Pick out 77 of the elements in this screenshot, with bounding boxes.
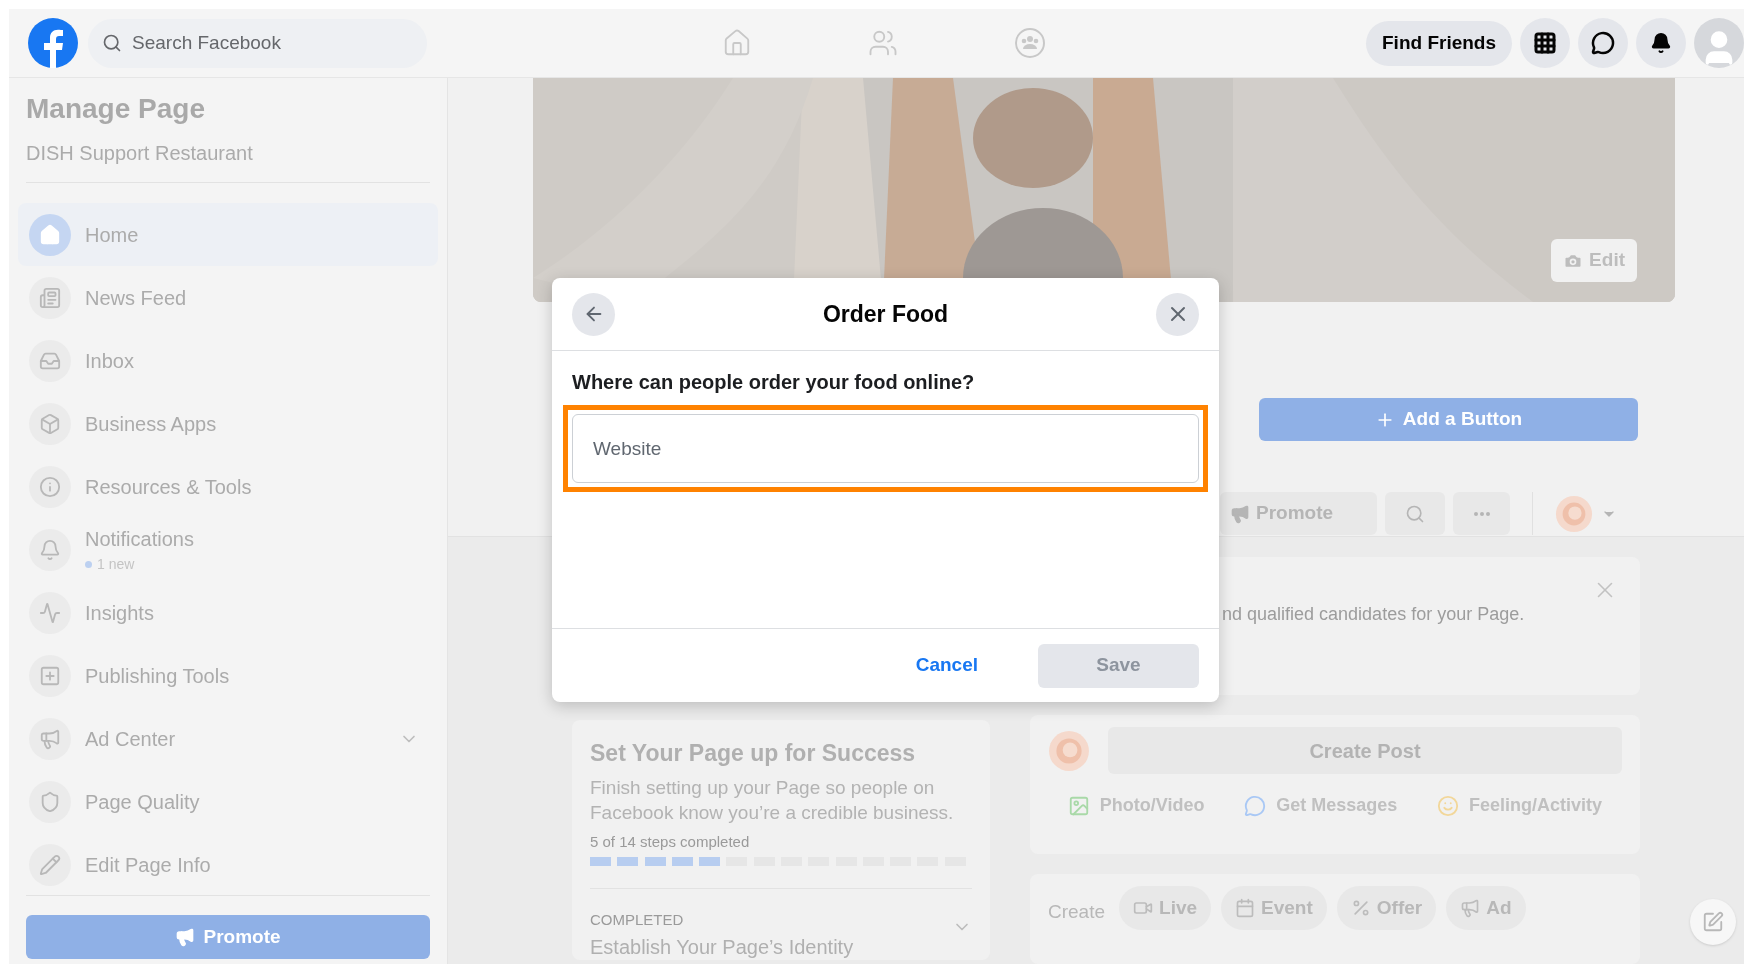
page-avatar-icon <box>1048 729 1090 772</box>
photo-icon <box>1067 794 1090 817</box>
sidebar-item-label: Home <box>85 222 140 248</box>
sidebar-item-label: Ad Center <box>85 726 177 752</box>
notifications-button[interactable] <box>1636 18 1686 68</box>
search-field[interactable]: Search Facebook <box>88 18 427 68</box>
sidebar-item[interactable]: Inbox <box>18 329 438 392</box>
megaphone-icon <box>1230 503 1250 524</box>
more-button[interactable] <box>1453 492 1510 535</box>
smiley-icon <box>1437 794 1460 817</box>
progress-text: 5 of 14 steps completed <box>590 831 751 852</box>
tip-text: nd qualified candidates for your Page. <box>1222 603 1526 626</box>
sidebar-item-label: Notifications <box>85 527 195 552</box>
website-field[interactable]: Website <box>572 414 1199 483</box>
friends-icon[interactable] <box>868 28 898 58</box>
card-description: Finish setting up your Page so people on Facebook know you’re a credible business. <box>590 775 955 825</box>
sidebar-item-label: Publishing Tools <box>85 663 231 689</box>
sidebar-item-label: Resources & Tools <box>85 474 253 500</box>
add-button[interactable]: Add a Button <box>1259 398 1638 441</box>
sidebar-item[interactable]: Resources & Tools <box>18 455 438 518</box>
sidebar-item[interactable]: Business Apps <box>18 392 438 455</box>
sidebar-item[interactable]: Home <box>18 203 438 266</box>
sidebar-item-label: News Feed <box>85 285 188 311</box>
sidebar-item[interactable]: Ad Center <box>18 707 438 770</box>
plus-square-icon <box>29 654 71 697</box>
dialog-title: Order Food <box>821 299 950 329</box>
messenger-icon <box>1244 794 1267 817</box>
newspaper-icon <box>29 276 71 319</box>
sidebar-item-label: Insights <box>85 600 155 626</box>
field-question: Where can people order your food online? <box>571 370 976 395</box>
sidebar-item[interactable]: Page Quality <box>18 770 438 833</box>
home-icon[interactable] <box>722 28 752 58</box>
messenger-button[interactable] <box>1578 18 1628 68</box>
groups-icon[interactable] <box>1014 27 1046 59</box>
sidebar-title: Manage Page <box>26 92 206 126</box>
messenger-icon <box>1591 31 1615 55</box>
sidebar-item-label: Page Quality <box>85 789 201 815</box>
sidebar-item-label: Inbox <box>85 348 135 374</box>
close-button[interactable] <box>1156 292 1199 336</box>
megaphone-icon <box>175 927 196 947</box>
back-button[interactable] <box>572 292 615 336</box>
shield-icon <box>29 780 71 823</box>
line-chart-icon <box>29 591 71 634</box>
inbox-icon <box>29 339 71 382</box>
cube-icon <box>29 402 71 445</box>
find-friends-button[interactable]: Find Friends <box>1366 20 1512 66</box>
calendar-icon <box>1235 898 1256 918</box>
search-icon <box>102 32 122 53</box>
sidebar-item[interactable]: Edit Page Info <box>18 833 438 895</box>
bell-icon <box>29 528 71 571</box>
section-title: Establish Your Page’s Identity <box>590 934 855 960</box>
pencil-icon <box>29 843 71 886</box>
megaphone-icon <box>29 717 71 760</box>
page-avatar-icon <box>1555 494 1593 533</box>
logo-icon[interactable] <box>28 18 78 68</box>
page-name: DISH Support Restaurant <box>26 141 254 166</box>
compose-icon <box>1702 911 1724 933</box>
card-title: Set Your Page up for Success <box>590 739 917 768</box>
profile-avatar[interactable] <box>1694 18 1744 68</box>
menu-button[interactable] <box>1520 18 1570 68</box>
megaphone-icon <box>1460 898 1481 918</box>
search-button[interactable] <box>1385 492 1445 535</box>
sidebar-item-label: Business Apps <box>85 411 218 437</box>
grid-icon <box>1533 31 1557 55</box>
sidebar-item[interactable]: News Feed <box>18 266 438 329</box>
cancel-button[interactable]: Cancel <box>915 651 978 680</box>
promote-button[interactable]: Promote <box>26 915 430 959</box>
sidebar-item[interactable]: Publishing Tools <box>18 644 438 707</box>
sidebar-item[interactable]: Insights <box>18 581 438 644</box>
bell-icon <box>1650 32 1672 54</box>
info-icon <box>29 465 71 508</box>
section-label: COMPLETED <box>590 910 685 930</box>
more-icon <box>1473 511 1490 516</box>
home-icon <box>29 213 71 256</box>
search-icon <box>1405 503 1425 524</box>
create-label: Create <box>1048 900 1106 924</box>
sidebar-item-label: Edit Page Info <box>85 852 212 878</box>
